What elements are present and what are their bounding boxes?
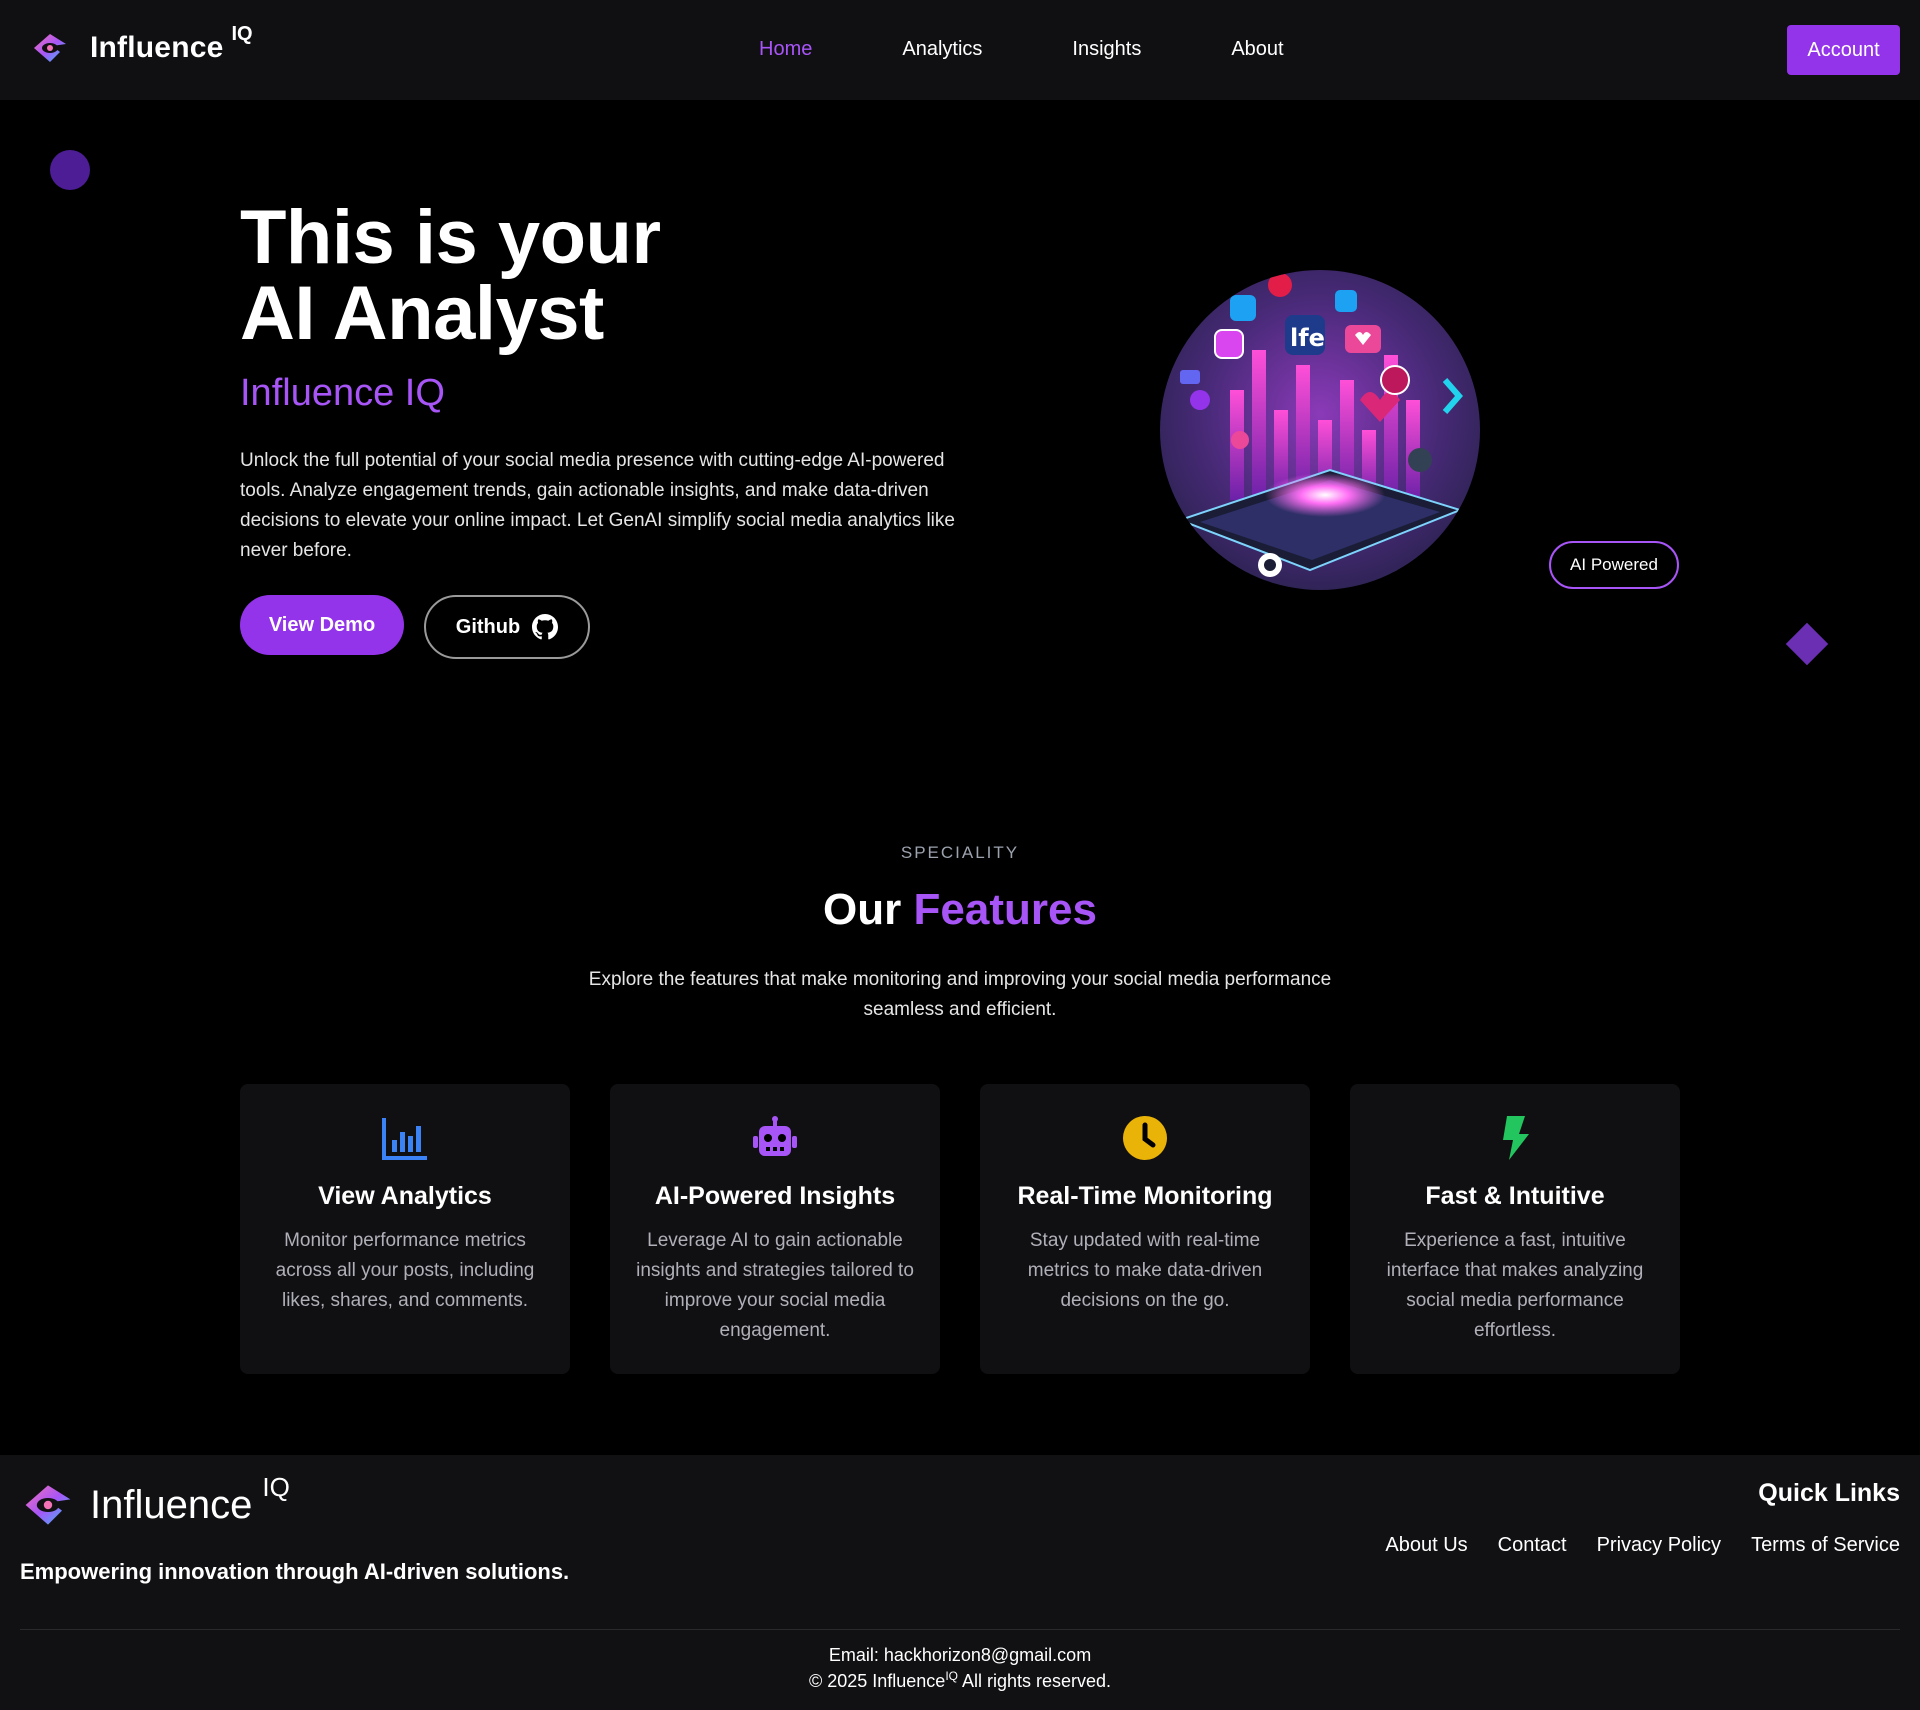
hero-title-line1: This is your xyxy=(240,195,661,280)
feature-card-realtime: Real-Time Monitoring Stay updated with r… xyxy=(980,1084,1310,1374)
nav-link-insights[interactable]: Insights xyxy=(1072,38,1141,61)
account-button[interactable]: Account xyxy=(1787,25,1900,75)
github-button-label: Github xyxy=(455,615,521,638)
footer-brand[interactable]: Influence IQ xyxy=(20,1472,290,1533)
hero-title: This is your AI Analyst xyxy=(240,200,661,352)
footer-link-about-us[interactable]: About Us xyxy=(1385,1534,1467,1557)
nav-link-analytics[interactable]: Analytics xyxy=(902,38,982,61)
copyright-suffix: All rights reserved. xyxy=(957,1671,1112,1691)
footer-copyright: © 2025 InfluenceIQ All rights reserved. xyxy=(0,1669,1920,1692)
quick-links-title: Quick Links xyxy=(1758,1479,1900,1507)
features-title: Our Features xyxy=(0,885,1920,935)
features-title-plain: Our xyxy=(823,885,902,934)
github-button[interactable]: Github xyxy=(424,595,590,659)
hero-illustration: lfe xyxy=(1160,270,1480,590)
feature-card-title: Real-Time Monitoring xyxy=(1017,1182,1273,1210)
clock-icon xyxy=(1123,1116,1167,1160)
decorative-circle xyxy=(50,150,90,190)
footer-link-terms[interactable]: Terms of Service xyxy=(1751,1534,1900,1557)
brand-logo-link[interactable]: Influence IQ xyxy=(30,23,253,68)
decorative-diamond xyxy=(1785,622,1829,666)
brand-superscript: IQ xyxy=(231,22,253,45)
view-demo-button[interactable]: View Demo xyxy=(240,595,404,655)
features-title-accent: Features xyxy=(913,885,1097,934)
speciality-label: SPECIALITY xyxy=(900,843,1020,862)
feature-card-fast: Fast & Intuitive Experience a fast, intu… xyxy=(1350,1084,1680,1374)
top-navbar: Influence IQ Home Analytics Insights Abo… xyxy=(0,0,1920,100)
bolt-icon xyxy=(1503,1116,1529,1160)
nav-links: Home Analytics Insights About xyxy=(759,38,1284,61)
footer-divider xyxy=(20,1629,1900,1630)
copyright-prefix: © 2025 Influence xyxy=(808,1671,946,1691)
svg-text:lfe: lfe xyxy=(1290,324,1325,352)
footer-brand-superscript: IQ xyxy=(262,1471,290,1502)
footer-brand-name: Influence xyxy=(90,1482,253,1527)
feature-card-description: Stay updated with real-time metrics to m… xyxy=(1027,1230,1263,1311)
footer-tagline: Empowering innovation through AI-driven … xyxy=(20,1559,570,1584)
feature-card-description: Monitor performance metrics across all y… xyxy=(275,1230,535,1311)
hero-title-line2: AI Analyst xyxy=(240,271,604,356)
footer-link-contact[interactable]: Contact xyxy=(1498,1534,1567,1557)
logo-icon xyxy=(25,1485,71,1525)
ai-powered-badge: AI Powered xyxy=(1549,541,1679,589)
feature-card-description: Leverage AI to gain actionable insights … xyxy=(636,1230,914,1341)
social-media-phone-illustration: lfe xyxy=(1160,270,1480,590)
hero-subtitle: Influence IQ xyxy=(240,372,445,414)
features-description: Explore the features that make monitorin… xyxy=(588,969,1332,1020)
brand-name: Influence xyxy=(90,31,224,64)
footer-link-privacy-policy[interactable]: Privacy Policy xyxy=(1597,1534,1721,1557)
nav-link-about[interactable]: About xyxy=(1231,38,1283,61)
nav-link-home[interactable]: Home xyxy=(759,38,812,61)
github-icon xyxy=(532,614,559,640)
feature-card-analytics: View Analytics Monitor performance metri… xyxy=(240,1084,570,1374)
logo-icon xyxy=(34,34,66,62)
copyright-superscript: IQ xyxy=(945,1669,958,1683)
footer-links: About Us Contact Privacy Policy Terms of… xyxy=(1355,1534,1900,1557)
feature-card-title: Fast & Intuitive xyxy=(1425,1182,1605,1210)
hero-description: Unlock the full potential of your social… xyxy=(240,450,955,561)
feature-card-title: AI-Powered Insights xyxy=(654,1182,896,1210)
site-footer: Influence IQ Empowering innovation throu… xyxy=(0,1455,1920,1710)
bar-chart-icon xyxy=(382,1118,427,1160)
feature-card-description: Experience a fast, intuitive interface t… xyxy=(1386,1230,1644,1341)
robot-icon xyxy=(753,1116,797,1156)
feature-card-title: View Analytics xyxy=(318,1182,492,1210)
feature-card-ai-insights: AI-Powered Insights Leverage AI to gain … xyxy=(610,1084,940,1374)
footer-email: Email: hackhorizon8@gmail.com xyxy=(828,1645,1092,1665)
